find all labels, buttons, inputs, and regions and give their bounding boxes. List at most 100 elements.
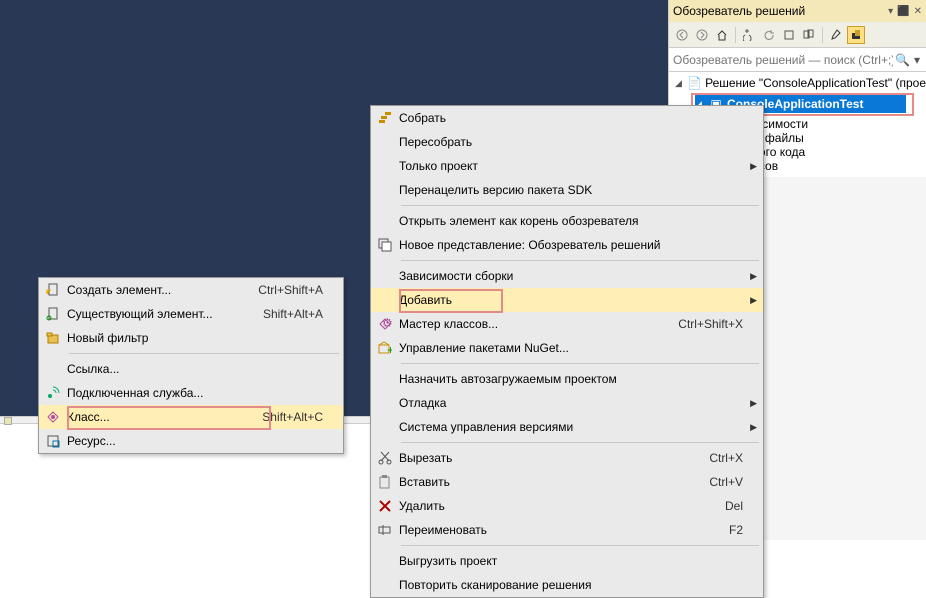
submenu-arrow-icon: ▶ — [750, 161, 757, 172]
main-menu-item[interactable]: ВырезатьCtrl+X — [371, 446, 763, 470]
main-menu-item[interactable]: ⚙Мастер классов...Ctrl+Shift+X — [371, 312, 763, 336]
pin-icon[interactable]: ⬛ — [897, 6, 909, 17]
menu-item-label: Переименовать — [399, 523, 763, 537]
search-input[interactable] — [673, 53, 893, 67]
class-wiz-icon: ⚙ — [371, 317, 399, 331]
menu-item-label: Собрать — [399, 111, 763, 125]
menu-item-label: Ресурс... — [67, 434, 343, 448]
solution-icon: 📄 — [687, 76, 701, 90]
menu-item-label: Ссылка... — [67, 362, 343, 376]
delete-icon — [371, 499, 399, 513]
sub-menu-item[interactable]: Существующий элемент...Shift+Alt+A — [39, 302, 343, 326]
menu-item-label: Подключенная служба... — [67, 386, 343, 400]
solution-explorer-toolbar — [669, 22, 926, 48]
svg-text:+: + — [387, 343, 392, 355]
menu-item-label: Новое представление: Обозреватель решени… — [399, 238, 763, 252]
active-tool-icon[interactable] — [847, 26, 865, 44]
menu-item-label: Пересобрать — [399, 135, 763, 149]
class-icon — [39, 410, 67, 424]
close-icon[interactable]: ✕ — [914, 6, 922, 17]
sync-icon[interactable] — [740, 26, 758, 44]
new-item-icon — [39, 283, 67, 297]
main-menu-item[interactable]: ВставитьCtrl+V — [371, 470, 763, 494]
main-menu-item[interactable]: Назначить автозагружаемым проектом — [371, 367, 763, 391]
menu-item-label: Отладка — [399, 396, 763, 410]
sub-menu-item[interactable]: Ссылка... — [39, 357, 343, 381]
main-menu-item[interactable]: Отладка▶ — [371, 391, 763, 415]
menu-shortcut: Del — [725, 499, 743, 513]
context-menu-main: СобратьПересобратьТолько проект▶Перенаце… — [370, 105, 764, 598]
context-menu-add: Создать элемент...Ctrl+Shift+AСуществующ… — [38, 277, 344, 454]
menu-divider — [401, 442, 759, 443]
main-menu-item[interactable]: Зависимости сборки▶ — [371, 264, 763, 288]
new-view-icon — [371, 238, 399, 252]
sub-menu-item[interactable]: Подключенная служба... — [39, 381, 343, 405]
cut-icon — [371, 451, 399, 465]
dropdown-icon[interactable]: ▾ — [888, 6, 893, 17]
solution-explorer-title: Обозреватель решений — [673, 4, 805, 18]
submenu-arrow-icon: ▶ — [750, 422, 757, 433]
sub-menu-item[interactable]: Новый фильтр — [39, 326, 343, 350]
main-menu-item[interactable]: Открыть элемент как корень обозревателя — [371, 209, 763, 233]
menu-item-label: Перенацелить версию пакета SDK — [399, 183, 763, 197]
menu-item-label: Система управления версиями — [399, 420, 763, 434]
menu-item-label: Назначить автозагружаемым проектом — [399, 372, 763, 386]
rename-icon — [371, 523, 399, 537]
search-dropdown-icon[interactable]: ▾ — [912, 53, 922, 67]
menu-item-label: Добавить — [399, 293, 763, 307]
menu-item-label: Управление пакетами NuGet... — [399, 341, 763, 355]
new-filter-icon — [39, 331, 67, 345]
main-menu-item[interactable]: Повторить сканирование решения — [371, 573, 763, 597]
main-menu-item[interactable]: Новое представление: Обозреватель решени… — [371, 233, 763, 257]
menu-divider — [401, 363, 759, 364]
sub-menu-item[interactable]: Создать элемент...Ctrl+Shift+A — [39, 278, 343, 302]
resource-icon — [39, 434, 67, 448]
back-icon[interactable] — [673, 26, 691, 44]
menu-item-label: Зависимости сборки — [399, 269, 763, 283]
main-menu-item[interactable]: Добавить▶ — [371, 288, 763, 312]
menu-shortcut: Ctrl+X — [709, 451, 743, 465]
home-icon[interactable] — [713, 26, 731, 44]
main-menu-item[interactable]: УдалитьDel — [371, 494, 763, 518]
service-icon — [39, 386, 67, 400]
menu-shortcut: Ctrl+Shift+X — [678, 317, 743, 331]
menu-divider — [401, 545, 759, 546]
menu-shortcut: Ctrl+Shift+A — [258, 283, 323, 297]
solution-label: Решение "ConsoleApplicationTest" (прое — [705, 76, 926, 90]
menu-shortcut: F2 — [729, 523, 743, 537]
show-all-icon[interactable] — [800, 26, 818, 44]
main-menu-item[interactable]: + Управление пакетами NuGet... — [371, 336, 763, 360]
main-menu-item[interactable]: Только проект▶ — [371, 154, 763, 178]
sub-menu-item[interactable]: Ресурс... — [39, 429, 343, 453]
solution-explorer-search[interactable]: 🔍 ▾ — [669, 48, 926, 72]
menu-item-label: Удалить — [399, 499, 763, 513]
menu-divider — [69, 353, 339, 354]
sub-menu-item[interactable]: Класс...Shift+Alt+C — [39, 405, 343, 429]
main-menu-item[interactable]: Перенацелить версию пакета SDK — [371, 178, 763, 202]
forward-icon[interactable] — [693, 26, 711, 44]
refresh-icon[interactable] — [760, 26, 778, 44]
submenu-arrow-icon: ▶ — [750, 295, 757, 306]
properties-icon[interactable] — [827, 26, 845, 44]
menu-item-label: Выгрузить проект — [399, 554, 763, 568]
main-menu-item[interactable]: Пересобрать — [371, 130, 763, 154]
menu-item-label: Открыть элемент как корень обозревателя — [399, 214, 763, 228]
menu-divider — [401, 260, 759, 261]
build-icon — [371, 111, 399, 125]
main-menu-item[interactable]: Собрать — [371, 106, 763, 130]
menu-item-label: Только проект — [399, 159, 763, 173]
main-menu-item[interactable]: ПереименоватьF2 — [371, 518, 763, 542]
search-icon[interactable]: 🔍 — [893, 53, 912, 67]
main-menu-item[interactable]: Система управления версиями▶ — [371, 415, 763, 439]
submenu-arrow-icon: ▶ — [750, 271, 757, 282]
menu-divider — [401, 205, 759, 206]
panel-tab[interactable] — [4, 417, 12, 425]
menu-item-label: Повторить сканирование решения — [399, 578, 763, 592]
menu-shortcut: Ctrl+V — [709, 475, 743, 489]
nuget-icon: + — [371, 341, 399, 355]
paste-icon — [371, 475, 399, 489]
solution-row[interactable]: ◢ 📄 Решение "ConsoleApplicationTest" (пр… — [675, 74, 926, 92]
menu-shortcut: Shift+Alt+A — [263, 307, 323, 321]
main-menu-item[interactable]: Выгрузить проект — [371, 549, 763, 573]
toolbar-icon-1[interactable] — [780, 26, 798, 44]
